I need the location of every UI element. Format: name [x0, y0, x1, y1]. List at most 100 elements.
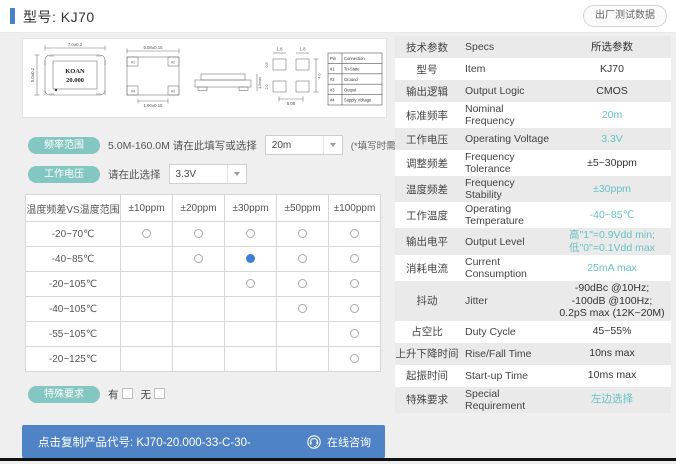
matrix-cell[interactable] — [328, 296, 381, 322]
radio-icon[interactable] — [350, 304, 359, 314]
dim-label: 0.8 — [265, 63, 269, 68]
matrix-row-label: -20~125℃ — [25, 346, 121, 372]
online-chat-button[interactable]: 在线咨询 — [306, 434, 371, 450]
specs-header-row: 技术参数 Specs 所选参数 — [395, 36, 671, 58]
spec-name-cn: 占空比 — [411, 326, 443, 338]
matrix-cell[interactable] — [224, 221, 277, 247]
spec-name-cn: 标准频率 — [406, 109, 448, 122]
frequency-range-row: 频率范围 5.0M-160.0M 请在此填写或选择 20m (*填写时需要加K/… — [28, 134, 445, 156]
frequency-combo[interactable]: 20m — [264, 135, 343, 155]
spec-value: -90dBc @10Hz; -100dB @100Hz; 0.2pS max (… — [559, 282, 665, 319]
pin-function: Ground — [344, 77, 358, 82]
pin-number: #1 — [330, 67, 335, 72]
matrix-cell[interactable] — [328, 346, 381, 372]
matrix-cell[interactable] — [328, 321, 381, 347]
radio-icon[interactable] — [298, 304, 307, 314]
dim-label: 5.08 — [287, 101, 296, 106]
matrix-cell[interactable] — [224, 246, 277, 272]
spec-name-en: Frequency Stability — [465, 177, 515, 201]
radio-icon[interactable] — [246, 229, 255, 239]
pad-number: #1 — [131, 61, 135, 65]
matrix-cell — [120, 271, 173, 297]
pin-number: #3 — [330, 87, 335, 92]
pad-number: #2 — [171, 61, 175, 65]
dim-label: 1.90±0.15 — [143, 103, 163, 108]
matrix-cell[interactable] — [172, 246, 225, 272]
spec-row: 起振时间 Start-up Time 10ms max — [395, 364, 671, 387]
radio-icon[interactable] — [194, 229, 203, 239]
radio-icon[interactable] — [350, 329, 359, 339]
special-no-checkbox[interactable] — [154, 387, 165, 399]
radio-selected-icon[interactable] — [246, 254, 255, 264]
voltage-dropdown-button[interactable] — [226, 165, 246, 183]
matrix-cell — [172, 346, 225, 372]
spec-name-en: Nominal Frequency — [465, 103, 515, 127]
special-yes-label: 有 — [108, 387, 133, 402]
chevron-down-icon — [233, 172, 240, 176]
radio-icon[interactable] — [298, 254, 307, 264]
spec-row: 调整频差 Frequency Tolerance ±5~30ppm — [395, 150, 671, 176]
matrix-cell[interactable] — [276, 271, 329, 297]
voltage-combo[interactable]: 3.3V — [168, 164, 247, 184]
radio-icon[interactable] — [298, 229, 307, 239]
matrix-cell[interactable] — [276, 246, 329, 272]
spec-name-cn: 技术参数 — [406, 41, 448, 54]
matrix-cell[interactable] — [328, 271, 381, 297]
special-requirement-row: 特殊要求 有 无 — [28, 383, 165, 405]
frequency-dropdown-button[interactable] — [322, 136, 342, 154]
matrix-cell — [172, 271, 225, 297]
voltage-row: 工作电压 请在此选择 3.3V — [28, 163, 247, 185]
matrix-cell — [172, 296, 225, 322]
spec-name-en: Start-up Time — [465, 369, 529, 382]
special-yes-checkbox[interactable] — [121, 387, 133, 399]
spec-name-en: Item — [465, 63, 486, 75]
frequency-value[interactable]: 20m — [266, 140, 323, 151]
pin-function: Supply Voltage — [344, 98, 372, 103]
factory-test-data-button[interactable]: 出厂测试数据 — [583, 5, 667, 27]
spec-name-en: Frequency Tolerance — [465, 151, 515, 175]
spec-name-cn: 特殊要求 — [406, 394, 448, 406]
radio-icon[interactable] — [246, 279, 255, 289]
voltage-pill: 工作电压 — [28, 165, 100, 183]
radio-icon[interactable] — [350, 229, 359, 239]
specs-summary-table: 技术参数 Specs 所选参数 型号 Item KJ70 输出逻辑 Output Logic C… — [395, 36, 671, 413]
radio-icon[interactable] — [142, 229, 151, 239]
chevron-down-icon — [329, 143, 336, 147]
copy-product-code-button[interactable]: 点击复制产品代号: KJ70-20.000-33-C-30- 在线咨询 — [22, 425, 385, 458]
title-accent-bar — [10, 8, 15, 24]
dim-label: 1.8 — [277, 47, 284, 52]
matrix-cell — [276, 346, 329, 372]
radio-icon[interactable] — [350, 254, 359, 264]
matrix-cell[interactable] — [172, 221, 225, 247]
matrix-cell[interactable] — [276, 296, 329, 322]
headset-icon — [307, 434, 321, 449]
matrix-cell[interactable] — [224, 271, 277, 297]
matrix-cell[interactable] — [328, 221, 381, 247]
spec-row: 工作电压 Operating Voltage 3.3V — [395, 128, 671, 150]
dim-label: 5.0±0.2 — [30, 67, 35, 82]
radio-icon[interactable] — [350, 354, 359, 364]
spec-value: -40~85℃ — [589, 208, 635, 221]
radio-icon[interactable] — [194, 254, 203, 264]
frequency-hint: 5.0M-160.0M 请在此填写或选择 — [108, 139, 257, 152]
matrix-cell[interactable] — [276, 221, 329, 247]
spec-row: 消耗电流 Current Consumption 25mA max — [395, 255, 671, 281]
matrix-row: -40~105℃ — [25, 296, 381, 322]
dim-label: 2.0 — [265, 85, 269, 90]
matrix-cell — [224, 346, 277, 372]
spec-name-cn: 温度频差 — [406, 183, 448, 196]
matrix-cell — [224, 296, 277, 322]
matrix-row-label: -40~105℃ — [25, 296, 121, 322]
radio-icon[interactable] — [350, 279, 359, 289]
window-bottom-edge — [0, 458, 676, 461]
voltage-value[interactable]: 3.3V — [170, 169, 227, 180]
spec-name-cn: 输出逻辑 — [406, 85, 448, 98]
matrix-cell[interactable] — [120, 221, 173, 247]
radio-icon[interactable] — [298, 279, 307, 289]
matrix-row: -20~70℃ — [25, 221, 381, 247]
technical-drawing-panel: 7.0±0.2 5.0±0.2 KOAN 20.000 5.08±0.15 1.… — [22, 38, 387, 118]
pin-function: Output — [344, 87, 357, 92]
spec-name-en: Output Logic — [465, 85, 525, 97]
product-code-label[interactable]: 点击复制产品代号: KJ70-20.000-33-C-30- — [38, 434, 306, 450]
matrix-cell[interactable] — [328, 246, 381, 272]
